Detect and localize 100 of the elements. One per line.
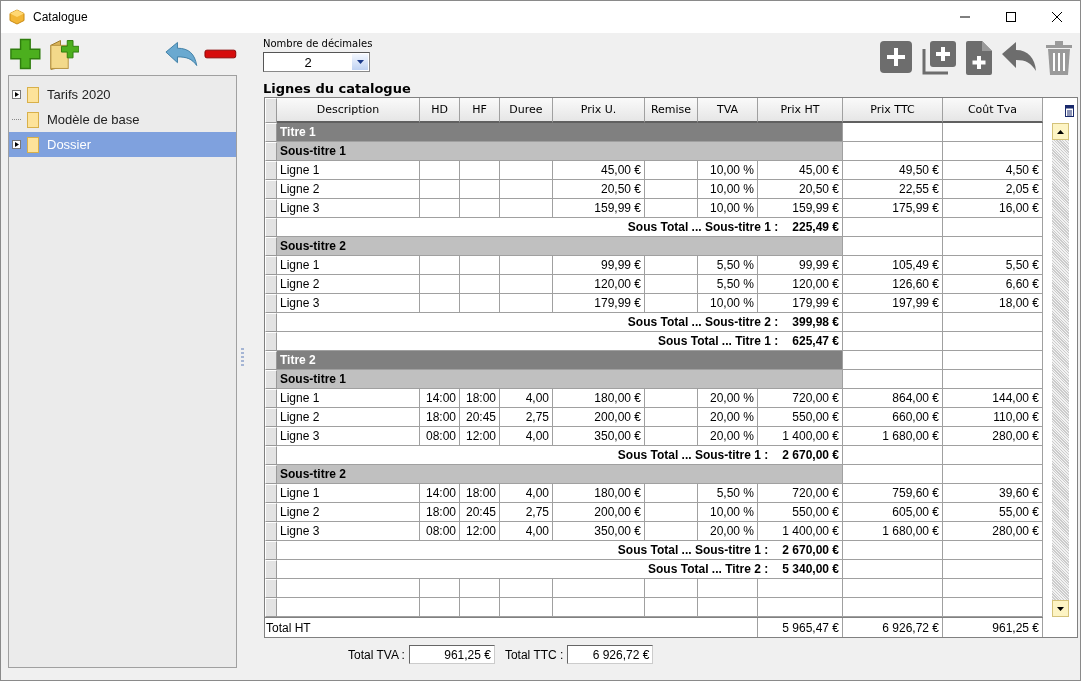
table-cell — [645, 256, 698, 275]
title-row-label: Titre 1 — [277, 123, 843, 142]
remove-icon[interactable] — [204, 48, 237, 60]
row-selector[interactable] — [265, 446, 277, 465]
column-header[interactable]: Duree — [500, 98, 553, 123]
trash-icon[interactable] — [1046, 41, 1072, 75]
row-selector[interactable] — [265, 579, 277, 598]
subtotal-label: Sous Total ... Titre 1 : — [658, 334, 779, 348]
table-cell: 120,00 € — [758, 275, 843, 294]
row-selector[interactable] — [265, 560, 277, 579]
decimals-dropdown[interactable]: 2 — [263, 52, 370, 72]
row-selector[interactable] — [265, 123, 277, 142]
row-selector[interactable] — [265, 313, 277, 332]
expander-icon[interactable] — [12, 90, 21, 99]
total-ttc-label: Total TTC : — [504, 647, 564, 662]
new-document-icon[interactable] — [966, 41, 992, 75]
row-selector[interactable] — [265, 199, 277, 218]
row-selector[interactable] — [265, 294, 277, 313]
table-cell: Ligne 1 — [277, 161, 420, 180]
table-cell — [698, 598, 758, 617]
column-header[interactable]: HD — [420, 98, 460, 123]
column-header[interactable]: HF — [460, 98, 500, 123]
row-selector[interactable] — [265, 332, 277, 351]
row-selector[interactable] — [265, 465, 277, 484]
total-ttc-field[interactable]: 6 926,72 € — [567, 645, 654, 664]
row-selector[interactable] — [265, 484, 277, 503]
row-selector[interactable] — [265, 427, 277, 446]
column-header[interactable]: Description — [277, 98, 420, 123]
subtotal-value: 2 670,00 € — [782, 543, 839, 557]
table-cell — [420, 275, 460, 294]
table-cell — [420, 180, 460, 199]
scroll-down-button[interactable] — [1052, 600, 1069, 617]
table-cell: 126,60 € — [843, 275, 943, 294]
row-selector[interactable] — [265, 256, 277, 275]
row-selector[interactable] — [265, 351, 277, 370]
table-cell: 350,00 € — [553, 522, 645, 541]
tree-item[interactable]: Modèle de base — [9, 107, 236, 132]
table-cell: 5,50 € — [943, 256, 1043, 275]
row-selector[interactable] — [265, 598, 277, 617]
row-selector[interactable] — [265, 389, 277, 408]
subtitle-row-label: Sous-titre 2 — [277, 465, 843, 484]
expander-icon[interactable] — [12, 140, 21, 149]
column-chooser-icon[interactable] — [1064, 104, 1074, 117]
table-cell — [645, 427, 698, 446]
row-selector[interactable] — [265, 218, 277, 237]
row-selector[interactable] — [265, 370, 277, 389]
table-cell: 10,00 % — [698, 161, 758, 180]
column-header[interactable]: Prix TTC — [843, 98, 943, 123]
table-cell — [500, 598, 553, 617]
table-cell: 350,00 € — [553, 427, 645, 446]
add-icon[interactable] — [9, 37, 42, 71]
row-selector[interactable] — [265, 275, 277, 294]
table-cell: 2,75 — [500, 408, 553, 427]
column-header[interactable]: Remise — [645, 98, 698, 123]
table-cell: 720,00 € — [758, 389, 843, 408]
tree-item[interactable]: Tarifs 2020 — [9, 82, 236, 107]
row-selector[interactable] — [265, 161, 277, 180]
column-header[interactable]: Prix U. — [553, 98, 645, 123]
row-selector[interactable] — [265, 142, 277, 161]
total-tva-field[interactable]: 961,25 € — [408, 645, 495, 664]
table-cell — [645, 522, 698, 541]
table-cell: 280,00 € — [943, 427, 1043, 446]
splitter-grip-icon[interactable] — [241, 347, 244, 366]
table-cell: 550,00 € — [758, 503, 843, 522]
column-header[interactable]: TVA — [698, 98, 758, 123]
dropdown-caret-icon[interactable] — [356, 60, 364, 64]
table-cell: 10,00 % — [698, 199, 758, 218]
table-cell: 55,00 € — [943, 503, 1043, 522]
row-selector[interactable] — [265, 541, 277, 560]
table-cell: 2,05 € — [943, 180, 1043, 199]
select-all-cell[interactable] — [265, 98, 277, 123]
subtotal-label: Sous Total ... Sous-titre 1 : — [617, 543, 769, 557]
table-cell — [460, 256, 500, 275]
row-selector[interactable] — [265, 237, 277, 256]
column-header[interactable]: Coût Tva — [943, 98, 1043, 123]
total-label: Total HT — [265, 618, 758, 637]
table-cell: 550,00 € — [758, 408, 843, 427]
total-tva-label: Total TVA : — [348, 647, 405, 662]
row-selector[interactable] — [265, 503, 277, 522]
table-cell — [420, 598, 460, 617]
add-icon[interactable] — [880, 41, 912, 73]
add-folder-icon[interactable] — [47, 37, 79, 71]
column-header[interactable]: Prix HT — [758, 98, 843, 123]
row-selector[interactable] — [265, 180, 277, 199]
table-cell: 18,00 € — [943, 294, 1043, 313]
table-cell — [420, 294, 460, 313]
table-cell — [500, 275, 553, 294]
scroll-up-button[interactable] — [1052, 123, 1069, 140]
table-cell: 180,00 € — [553, 484, 645, 503]
subtotal-value: 2 670,00 € — [782, 448, 839, 462]
reply-arrow-icon[interactable] — [1002, 41, 1036, 71]
duplicate-add-icon[interactable] — [922, 41, 956, 75]
table-cell: 179,99 € — [553, 294, 645, 313]
row-selector[interactable] — [265, 522, 277, 541]
vertical-scrollbar[interactable] — [1052, 123, 1069, 617]
table-cell: 4,00 — [500, 484, 553, 503]
row-selector[interactable] — [265, 408, 277, 427]
table-cell: 5,50 % — [698, 256, 758, 275]
undo-arrow-icon[interactable] — [163, 40, 199, 68]
table-cell: 18:00 — [460, 484, 500, 503]
